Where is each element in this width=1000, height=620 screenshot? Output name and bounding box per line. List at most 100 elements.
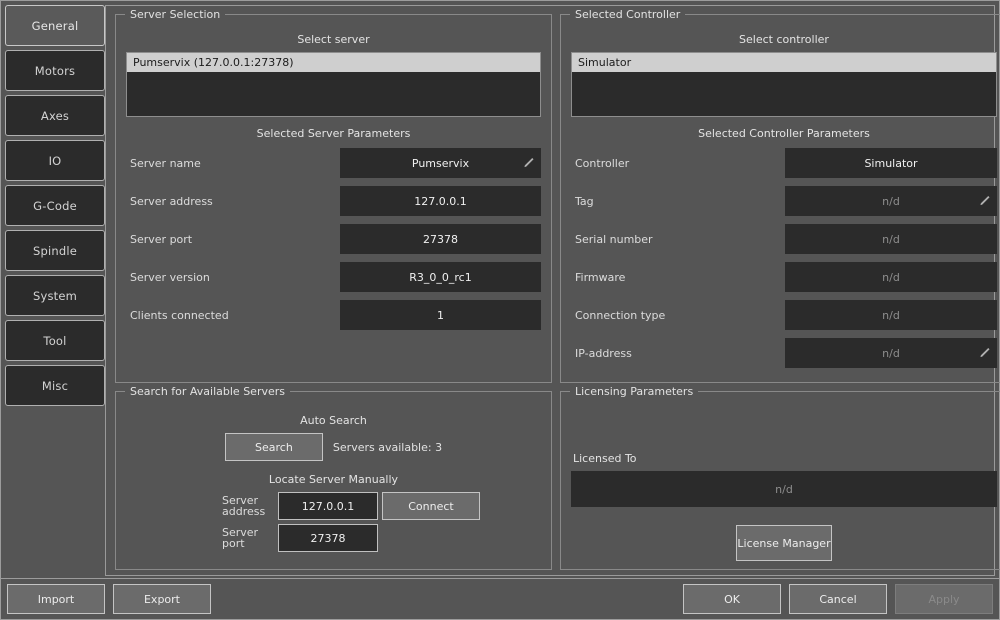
search-servers-group-title: Search for Available Servers — [125, 385, 290, 398]
sidebar-tab-g-code[interactable]: G-Code — [5, 185, 105, 226]
parameter-value-field: 27378 — [340, 224, 541, 254]
sidebar-tab-label: Misc — [41, 378, 69, 393]
servers-available-text: Servers available: 3 — [332, 440, 443, 454]
ok-button[interactable]: OK — [683, 584, 781, 614]
license-manager-row: License Manager — [571, 525, 997, 561]
sidebar-tab-general[interactable]: General — [5, 5, 105, 46]
manual-server-port-input[interactable]: 27378 — [278, 524, 378, 552]
auto-search-row: Search Servers available: 3 — [126, 433, 541, 461]
dialog-footer: Import Export OK Cancel Apply — [1, 579, 999, 619]
license-manager-button[interactable]: License Manager — [736, 525, 832, 561]
manual-server-address-row: Server address 127.0.0.1 Connect — [126, 492, 541, 520]
parameter-row: Serial number n/d — [571, 224, 997, 254]
parameter-label: Server port — [130, 232, 193, 246]
parameter-label: Server address — [130, 194, 213, 208]
select-server-caption: Select server — [297, 33, 370, 46]
sidebar-tab-axes[interactable]: Axes — [5, 95, 105, 136]
parameter-row: Controller Simulator — [571, 148, 997, 178]
connect-button[interactable]: Connect — [382, 492, 480, 520]
parameter-value-field: 1 — [340, 300, 541, 330]
manual-server-address-input[interactable]: 127.0.0.1 — [278, 492, 378, 520]
parameter-label: IP-address — [575, 346, 632, 360]
parameter-row: Clients connected 1 — [126, 300, 541, 330]
parameter-value-field[interactable]: Pumservix — [340, 148, 541, 178]
locate-server-manually-block: Locate Server Manually Server address 12… — [126, 473, 541, 552]
manual-server-address-label-line2: address — [222, 505, 266, 518]
parameter-value: n/d — [882, 232, 900, 246]
sidebar-tab-system[interactable]: System — [5, 275, 105, 316]
parameter-value-field: n/d — [785, 224, 997, 254]
sidebar-tab-label: Motors — [34, 63, 76, 78]
parameter-value: Pumservix — [411, 156, 470, 170]
settings-content-pane: Server Selection Select server Pumservix… — [105, 5, 1000, 576]
parameter-value-field: R3_0_0_rc1 — [340, 262, 541, 292]
parameter-value-field: Simulator — [785, 148, 997, 178]
parameter-value: Simulator — [864, 156, 918, 170]
parameter-row: IP-address n/d — [571, 338, 997, 368]
parameter-label: Tag — [575, 194, 594, 208]
locate-server-manually-caption: Locate Server Manually — [268, 473, 399, 486]
controller-listbox[interactable]: Simulator — [571, 52, 997, 117]
sidebar-tab-label: General — [31, 18, 79, 33]
sidebar-tab-label: Tool — [43, 333, 67, 348]
parameter-row: Server port 27378 — [126, 224, 541, 254]
sidebar-tab-label: IO — [48, 153, 62, 168]
parameter-row: Server address 127.0.0.1 — [126, 186, 541, 216]
parameter-value-field[interactable]: n/d — [785, 338, 997, 368]
manual-server-address-label: Server address — [222, 495, 278, 517]
server-listbox[interactable]: Pumservix (127.0.0.1:27378) — [126, 52, 541, 117]
cancel-button[interactable]: Cancel — [789, 584, 887, 614]
licensed-to-label: Licensed To — [573, 452, 637, 465]
server-list-item[interactable]: Pumservix (127.0.0.1:27378) — [127, 53, 540, 72]
parameter-label: Connection type — [575, 308, 666, 322]
controller-selection-group-title: Selected Controller — [570, 8, 686, 21]
parameter-label: Clients connected — [130, 308, 229, 322]
parameter-label: Serial number — [575, 232, 653, 246]
parameter-row: Tag n/d — [571, 186, 997, 216]
parameter-row: Server version R3_0_0_rc1 — [126, 262, 541, 292]
auto-search-caption: Auto Search — [300, 414, 367, 427]
controller-list-item[interactable]: Simulator — [572, 53, 996, 72]
parameter-value: 1 — [437, 308, 444, 322]
licensing-parameters-group-title: Licensing Parameters — [570, 385, 699, 398]
sidebar-tab-tool[interactable]: Tool — [5, 320, 105, 361]
sidebar-tab-spindle[interactable]: Spindle — [5, 230, 105, 271]
manual-server-port-label-line2: port — [222, 537, 245, 550]
server-selection-group: Server Selection Select server Pumservix… — [115, 8, 552, 383]
sidebar-tab-label: G-Code — [33, 198, 77, 213]
manual-server-port-row: Server port 27378 — [126, 524, 541, 552]
settings-dialog: General Motors Axes IO G-Code Spindle System To… — [0, 0, 1000, 620]
selected-server-params-caption: Selected Server Parameters — [256, 127, 411, 140]
import-button[interactable]: Import — [7, 584, 105, 614]
licensed-to-value: n/d — [571, 471, 997, 507]
edit-pencil-icon[interactable] — [978, 195, 991, 208]
server-selection-group-title: Server Selection — [125, 8, 226, 21]
apply-button: Apply — [895, 584, 993, 614]
edit-pencil-icon[interactable] — [522, 157, 535, 170]
parameter-value-field[interactable]: n/d — [785, 186, 997, 216]
sidebar-tab-io[interactable]: IO — [5, 140, 105, 181]
sidebar-tab-motors[interactable]: Motors — [5, 50, 105, 91]
parameter-value-field: n/d — [785, 262, 997, 292]
export-button[interactable]: Export — [113, 584, 211, 614]
sidebar-tab-label: Spindle — [32, 243, 78, 258]
parameter-value: n/d — [882, 346, 900, 360]
server-parameter-list: Server name Pumservix Server address 127.0.… — [126, 148, 541, 330]
category-tab-strip: General Motors Axes IO G-Code Spindle System To… — [1, 1, 105, 578]
sidebar-tab-misc[interactable]: Misc — [5, 365, 105, 406]
parameter-row: Connection type n/d — [571, 300, 997, 330]
parameter-label: Server version — [130, 270, 210, 284]
parameter-value: R3_0_0_rc1 — [409, 270, 472, 284]
sidebar-tab-label: System — [32, 288, 78, 303]
parameter-row: Server name Pumservix — [126, 148, 541, 178]
parameter-value: 27378 — [423, 232, 458, 246]
edit-pencil-icon[interactable] — [978, 347, 991, 360]
parameter-value: 127.0.0.1 — [414, 194, 467, 208]
selected-controller-params-caption: Selected Controller Parameters — [698, 127, 870, 140]
parameter-value-field: 127.0.0.1 — [340, 186, 541, 216]
search-button[interactable]: Search — [224, 433, 323, 461]
select-controller-caption: Select controller — [739, 33, 829, 46]
parameter-label: Controller — [575, 156, 630, 170]
controller-selection-group: Selected Controller Select controller Si… — [560, 8, 1000, 383]
licensing-parameters-group: Licensing Parameters Licensed To n/d Lic… — [560, 385, 1000, 570]
